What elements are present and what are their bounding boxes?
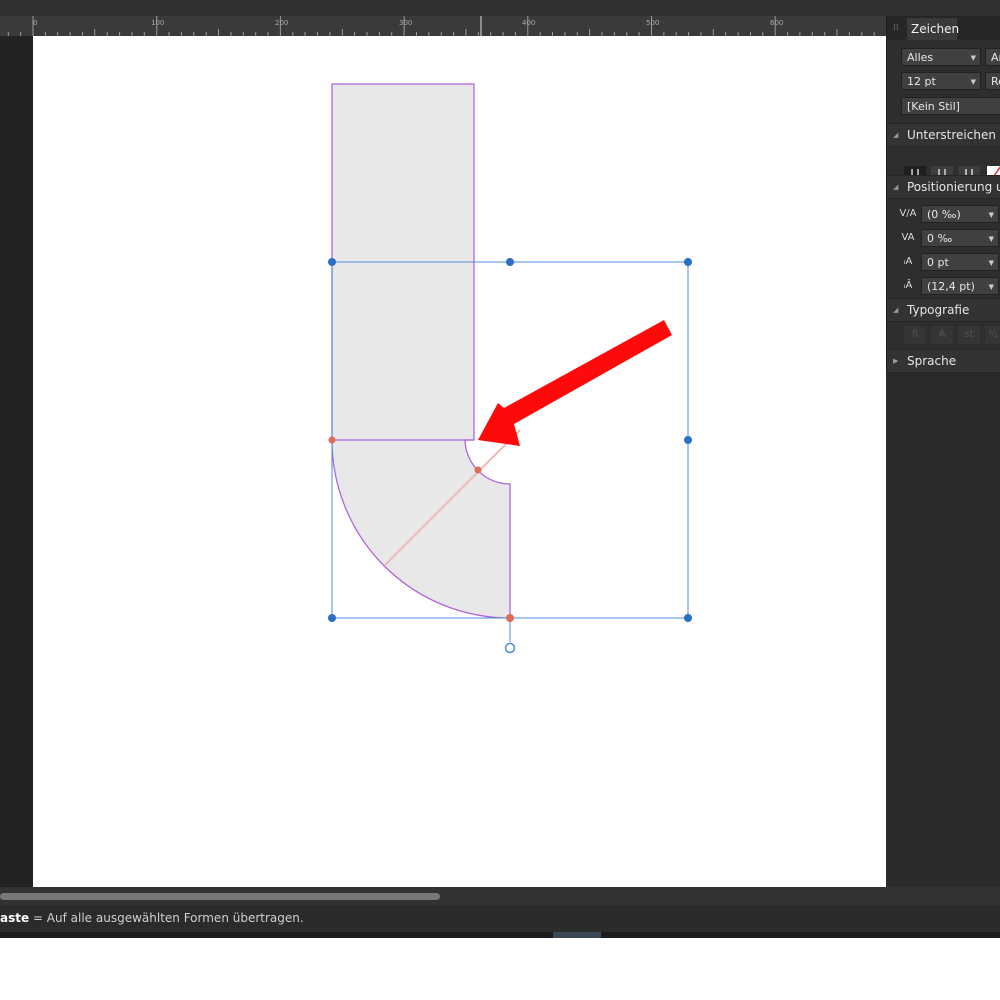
resize-handle-top-right[interactable] [684, 258, 692, 266]
baseline-value: 0 pt [927, 256, 949, 269]
kerning-icon: V/A [899, 208, 917, 219]
tracking-icon: VA [901, 232, 915, 243]
chevron-down-icon: ▼ [970, 78, 976, 86]
shape-node-left[interactable] [328, 436, 336, 444]
ruler-label-0: 0 [33, 19, 37, 27]
tracking-value: 0 ‰ [927, 232, 953, 245]
chevron-down-icon: ▼ [988, 283, 994, 291]
section-typography[interactable]: ◢ Typografie [887, 298, 1000, 322]
font-style-select[interactable]: Re [985, 72, 1000, 90]
app-window: 0 100 200 300 400 500 600 aste = Auf all… [0, 0, 1000, 938]
section-positioning-label: Positionierung un [907, 180, 1000, 194]
paragraph-style-value: [Kein Stil] [907, 100, 960, 113]
typography-ligature-button[interactable]: fi [904, 326, 926, 344]
selected-shape[interactable] [331, 83, 511, 619]
expand-triangle-icon: ▶ [893, 357, 899, 365]
resize-handle-top[interactable] [506, 258, 514, 266]
font-size-select[interactable]: 12 pt ▼ [901, 72, 981, 90]
ruler-label-600: 600 [770, 19, 783, 27]
leading-value: (12,4 pt) [927, 280, 975, 293]
collapse-triangle-icon: ◢ [893, 306, 899, 314]
ruler-label-100: 100 [151, 19, 164, 27]
taskbar-active-item[interactable] [553, 932, 601, 938]
panel-tab-row: ⁞⁞ Zeichen [887, 16, 1000, 40]
kerning-value: (0 ‰) [927, 208, 961, 221]
baseline-select[interactable]: 0 pt ▼ [921, 253, 999, 271]
resize-handle-bottom-left[interactable] [328, 614, 336, 622]
paragraph-style-select[interactable]: [Kein Stil] [901, 97, 1000, 115]
chevron-down-icon: ▼ [988, 259, 994, 267]
horizontal-scrollbar-thumb[interactable] [0, 893, 440, 900]
font-family-select[interactable]: Ar [985, 48, 1000, 66]
rotation-handle[interactable] [504, 642, 516, 654]
baseline-shift-icon: ᵢA [903, 256, 913, 267]
typography-swash-button[interactable]: A [931, 326, 953, 344]
panel-grip-icon[interactable]: ⁞⁞ [893, 22, 899, 34]
font-collection-select[interactable]: Alles ▼ [901, 48, 981, 66]
canvas-artwork [328, 83, 692, 654]
section-typography-label: Typografie [907, 303, 970, 317]
font-size-value: 12 pt [907, 75, 936, 88]
character-panel: ⁞⁞ Zeichen Alles ▼ Ar 12 pt ▼ Re [Kein S… [886, 16, 1000, 373]
tracking-select[interactable]: 0 ‰ ▼ [921, 229, 999, 247]
chevron-down-icon: ▼ [988, 211, 994, 219]
section-language[interactable]: ▶ Sprache [887, 349, 1000, 373]
font-style-value: Re [991, 75, 1000, 88]
typography-fraction-button[interactable]: ½ [985, 326, 1000, 344]
section-underline-label: Unterstreichen un [907, 128, 1000, 142]
ruler-label-500: 500 [646, 19, 659, 27]
ruler-label-400: 400 [522, 19, 535, 27]
resize-handle-bottom-right[interactable] [684, 614, 692, 622]
font-family-value: Ar [991, 51, 1000, 64]
ruler-ticks: 0 100 200 300 400 500 600 [7, 16, 875, 36]
vertical-ruler [0, 36, 33, 887]
tab-zeichen[interactable]: Zeichen [907, 18, 959, 40]
section-positioning[interactable]: ◢ Positionierung un [887, 175, 1000, 199]
shape-node-inner-corner[interactable] [474, 466, 482, 474]
collapse-triangle-icon: ◢ [893, 183, 899, 191]
section-language-label: Sprache [907, 354, 957, 368]
status-hint: = Auf alle ausgewählten Formen übertrage… [29, 911, 304, 925]
chevron-down-icon: ▼ [970, 54, 976, 62]
typography-ordinal-button[interactable]: st [958, 326, 980, 344]
shape-node-bottom[interactable] [506, 614, 514, 622]
resize-handle-right[interactable] [684, 436, 692, 444]
ruler-label-200: 200 [275, 19, 288, 27]
section-underline[interactable]: ◢ Unterstreichen un [887, 123, 1000, 147]
collapse-triangle-icon: ◢ [893, 131, 899, 139]
ruler-label-300: 300 [399, 19, 412, 27]
red-annotation-arrow-icon [478, 320, 672, 446]
kerning-select[interactable]: (0 ‰) ▼ [921, 205, 999, 223]
status-key: aste [0, 911, 30, 925]
resize-handle-top-left[interactable] [328, 258, 336, 266]
status-bar: aste = Auf alle ausgewählten Formen über… [0, 905, 1000, 932]
leading-select[interactable]: (12,4 pt) ▼ [921, 277, 999, 295]
leading-icon: ᵢÂ [903, 280, 913, 291]
top-toolbar [0, 0, 1000, 17]
font-collection-value: Alles [907, 51, 934, 64]
horizontal-ruler: 0 100 200 300 400 500 600 [0, 16, 886, 36]
chevron-down-icon: ▼ [988, 235, 994, 243]
document-canvas[interactable] [33, 36, 886, 887]
taskbar-strip [0, 932, 1000, 938]
